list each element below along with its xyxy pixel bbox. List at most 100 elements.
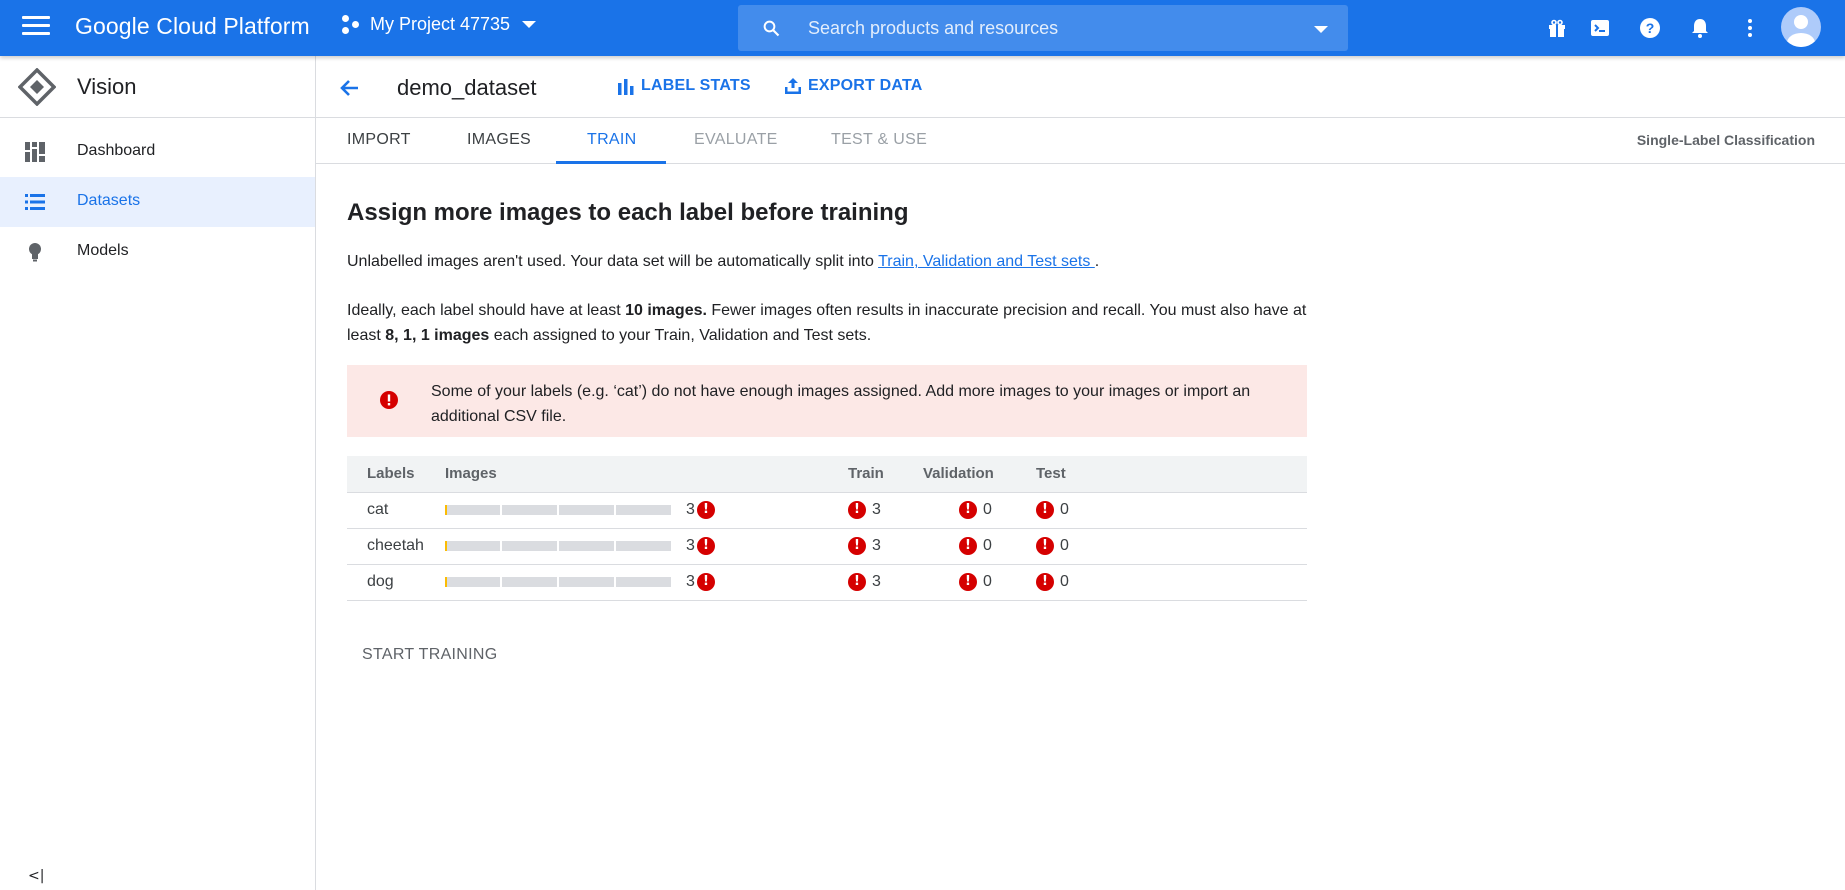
sidebar-item-datasets[interactable]: Datasets xyxy=(0,177,315,227)
export-icon xyxy=(785,78,801,94)
error-icon: ! xyxy=(848,572,866,591)
top-app-bar: Google Cloud Platform My Project 47735 ? xyxy=(0,0,1845,56)
sidebar-item-label: Datasets xyxy=(77,192,141,209)
label-stats-table: Labels Images Train Validation Test cat 3… xyxy=(347,456,1307,601)
error-icon: ! xyxy=(848,500,866,519)
train-cell: ! 3 xyxy=(848,527,923,564)
error-icon xyxy=(380,391,398,409)
sidebar-item-models[interactable]: Models xyxy=(0,227,315,277)
notifications-icon[interactable] xyxy=(1688,16,1712,40)
validation-count: 0 xyxy=(983,572,992,590)
image-progress-fill xyxy=(445,504,447,515)
classification-mode-label: Single-Label Classification xyxy=(1636,132,1815,148)
search-bar[interactable] xyxy=(738,5,1348,51)
bar-chart-icon xyxy=(618,79,634,95)
images-count: 3 xyxy=(686,572,695,590)
help-icon[interactable]: ? xyxy=(1638,16,1662,40)
images-cell: 3! xyxy=(445,491,848,528)
brand-title[interactable]: Google Cloud Platform xyxy=(75,13,310,40)
start-training-button[interactable]: START TRAINING xyxy=(362,646,497,664)
label-name[interactable]: cheetah xyxy=(347,527,445,564)
label-stats-button[interactable]: LABEL STATS xyxy=(617,77,751,95)
table-row: cheetah 3!! 3! 0! 0 xyxy=(347,527,1307,564)
tab-import[interactable]: IMPORT xyxy=(347,131,411,149)
image-progress-fill xyxy=(445,540,447,551)
sidebar-item-label: Dashboard xyxy=(77,142,156,159)
error-icon: ! xyxy=(959,500,977,519)
images-cell: 3! xyxy=(445,563,848,601)
train-cell: ! 3 xyxy=(848,491,923,528)
test-count: 0 xyxy=(1060,500,1069,518)
tab-images[interactable]: IMAGES xyxy=(467,131,531,149)
active-tab-indicator xyxy=(556,161,666,164)
label-name[interactable]: dog xyxy=(347,563,445,601)
split-description: Unlabelled images aren't used. Your data… xyxy=(347,253,1099,271)
col-test: Test xyxy=(1036,456,1307,492)
gift-icon[interactable] xyxy=(1545,16,1569,40)
images-count: 3 xyxy=(686,500,695,518)
avatar[interactable] xyxy=(1781,7,1821,47)
tab-evaluate: EVALUATE xyxy=(694,131,778,148)
test-cell: ! 0 xyxy=(1036,563,1307,601)
sidebar-item-dashboard[interactable]: Dashboard xyxy=(0,127,315,177)
list-icon xyxy=(25,194,45,210)
search-icon xyxy=(763,20,780,37)
train-count: 3 xyxy=(872,500,881,518)
sidebar-title: Vision xyxy=(77,74,137,99)
validation-cell: ! 0 xyxy=(923,527,1036,564)
table-row: dog 3!! 3! 0! 0 xyxy=(347,563,1307,601)
test-cell: ! 0 xyxy=(1036,527,1307,564)
cloud-shell-icon[interactable] xyxy=(1588,16,1612,40)
images-count: 3 xyxy=(686,536,695,554)
train-count: 3 xyxy=(872,572,881,590)
test-count: 0 xyxy=(1060,536,1069,554)
collapse-sidebar-icon[interactable]: <| xyxy=(28,868,44,884)
vision-logo-icon xyxy=(18,68,56,106)
search-dropdown-icon[interactable] xyxy=(1314,26,1328,33)
error-icon: ! xyxy=(1036,572,1054,591)
more-vert-icon[interactable] xyxy=(1738,16,1762,40)
requirements-split-minimum: 8, 1, 1 images xyxy=(385,327,490,344)
label-name[interactable]: cat xyxy=(347,491,445,528)
image-progress-bar xyxy=(445,504,671,515)
error-alert: Some of your labels (e.g. ‘cat’) do not … xyxy=(347,365,1307,437)
tab-train[interactable]: TRAIN xyxy=(587,131,637,149)
sidebar-item-label: Models xyxy=(77,242,129,259)
train-validation-test-link[interactable]: Train, Validation and Test sets xyxy=(878,253,1095,270)
validation-cell: ! 0 xyxy=(923,563,1036,601)
image-progress-bar xyxy=(445,540,671,551)
tab-test-use: TEST & USE xyxy=(831,131,928,148)
dashboard-icon xyxy=(25,142,45,162)
col-images: Images xyxy=(445,456,848,492)
search-input[interactable] xyxy=(808,5,1288,51)
account-icon xyxy=(1787,15,1815,47)
error-icon: ! xyxy=(1036,536,1054,555)
error-alert-text: Some of your labels (e.g. ‘cat’) do not … xyxy=(431,383,1251,425)
chevron-down-icon xyxy=(522,21,537,28)
split-description-text: Unlabelled images aren't used. Your data… xyxy=(347,253,879,270)
error-icon: ! xyxy=(1036,500,1054,519)
image-progress-fill xyxy=(445,576,447,587)
export-data-button[interactable]: EXPORT DATA xyxy=(784,77,923,95)
requirements-text-a: Ideally, each label should have at least xyxy=(347,302,626,319)
col-validation: Validation xyxy=(923,456,1036,492)
col-labels: Labels xyxy=(347,456,445,492)
page-header: demo_dataset LABEL STATS EXPORT DATA xyxy=(316,56,1845,118)
error-icon: ! xyxy=(959,572,977,591)
project-selector[interactable]: My Project 47735 xyxy=(342,14,537,35)
images-cell: 3! xyxy=(445,527,848,564)
sidebar: Vision Dashboard Datasets Models <| xyxy=(0,56,316,890)
error-icon: ! xyxy=(696,572,715,591)
label-stats-label: LABEL STATS xyxy=(641,77,751,94)
error-icon: ! xyxy=(696,500,715,519)
requirements-text-e: each assigned to your Train, Validation … xyxy=(489,327,872,344)
image-requirements-text: Ideally, each label should have at least… xyxy=(347,298,1307,348)
col-train: Train xyxy=(848,456,923,492)
menu-icon[interactable] xyxy=(22,16,50,40)
split-description-suffix: . xyxy=(1094,253,1100,270)
project-name: My Project 47735 xyxy=(370,14,511,34)
section-heading: Assign more images to each label before … xyxy=(347,199,909,226)
back-arrow-icon[interactable] xyxy=(338,76,362,100)
page-title: demo_dataset xyxy=(397,75,537,100)
error-icon: ! xyxy=(848,536,866,555)
